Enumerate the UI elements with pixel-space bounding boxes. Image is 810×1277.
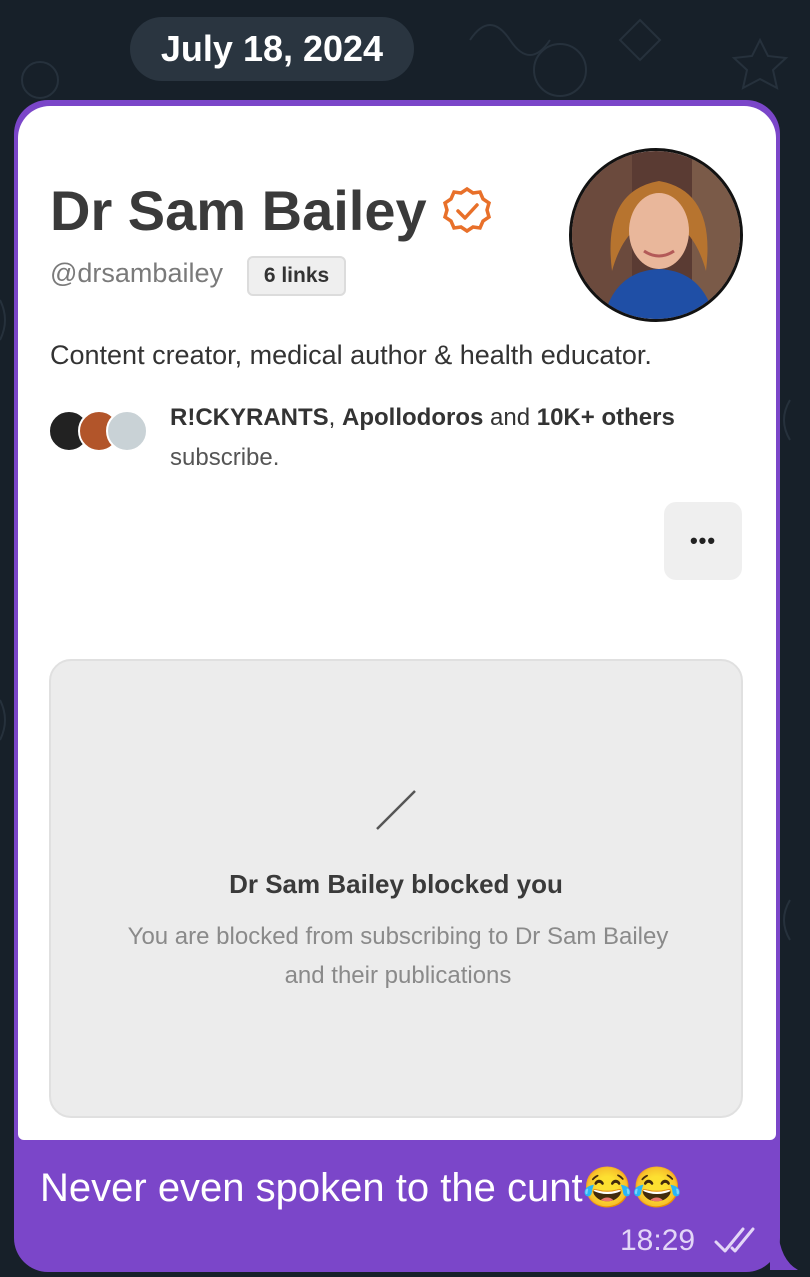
subscriber-avatar	[106, 410, 148, 452]
subscriber-name[interactable]: R!CKYRANTS	[170, 404, 329, 431]
blocked-notice-panel: Dr Sam Bailey blocked you You are blocke…	[49, 659, 743, 1118]
more-options-button[interactable]: •••	[664, 502, 742, 580]
subscriber-avatars	[48, 410, 148, 452]
message-text: Never even spoken to the cunt😂😂	[40, 1166, 683, 1210]
subscribe-suffix: subscribe.	[170, 444, 280, 471]
verified-badge-icon	[442, 186, 492, 234]
conjunction: and	[483, 404, 537, 431]
slash-icon	[376, 790, 416, 830]
subscriber-count: 10K+ others	[536, 404, 675, 431]
blocked-desc-line: and their publications	[284, 962, 512, 989]
blocked-title: Dr Sam Bailey blocked you	[229, 869, 563, 899]
links-badge[interactable]: 6 links	[247, 256, 346, 296]
profile-name: Dr Sam Bailey	[50, 179, 427, 242]
separator: ,	[328, 404, 343, 431]
message-time: 18:29	[620, 1224, 696, 1257]
subscribers-summary: R!CKYRANTS, Apollodoros and 10K+ others …	[170, 398, 690, 478]
profile-handle: @drsambailey	[50, 258, 223, 288]
profile-bio: Content creator, medical author & health…	[50, 340, 652, 370]
blocked-desc-line: You are blocked from subscribing to Dr S…	[127, 923, 669, 950]
profile-avatar[interactable]	[569, 148, 743, 322]
bubble-tail	[770, 1230, 798, 1270]
subscriber-name[interactable]: Apollodoros	[342, 404, 483, 431]
date-separator: July 18, 2024	[130, 17, 414, 81]
double-check-icon	[714, 1227, 755, 1253]
avatar-image	[572, 151, 740, 319]
forwarded-screenshot-card[interactable]: Dr Sam Bailey @drsambailey 6 links Conte…	[18, 106, 776, 1140]
blocked-description: You are blocked from subscribing to Dr S…	[91, 917, 705, 995]
